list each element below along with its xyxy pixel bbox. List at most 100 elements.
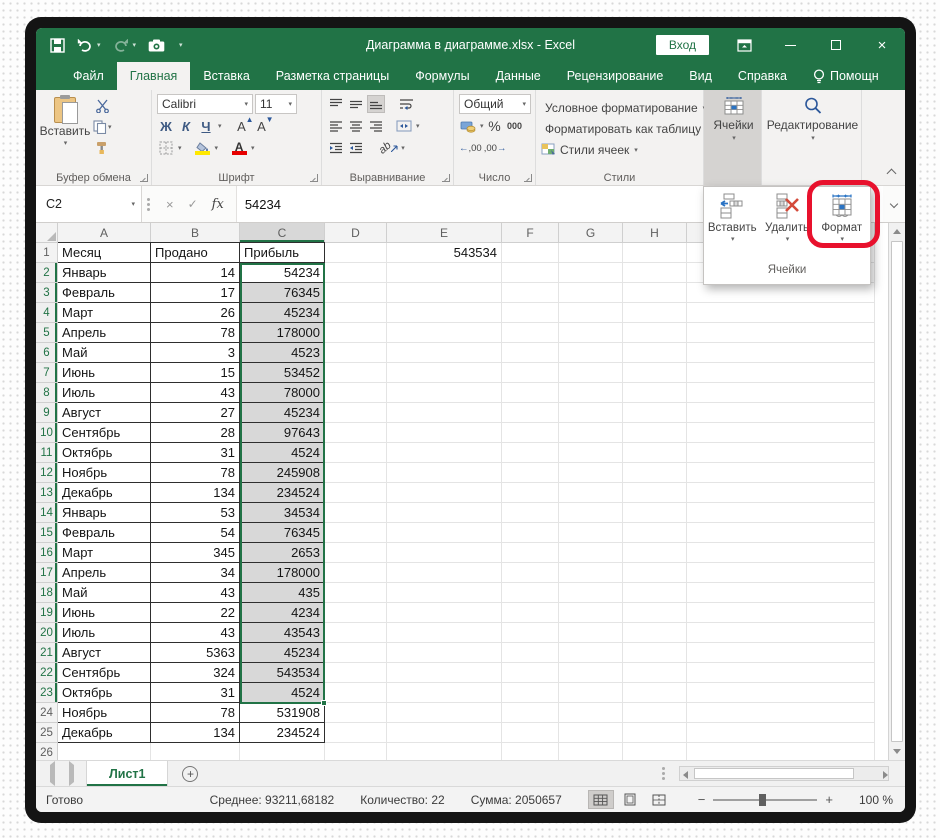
column-header-H[interactable]: H (623, 223, 687, 243)
cell-C8[interactable]: 78000 (240, 383, 325, 403)
cell-H9[interactable] (623, 403, 687, 423)
confirm-entry-icon[interactable]: ✓ (188, 197, 198, 211)
alignment-dialog-launcher[interactable] (442, 174, 450, 182)
row-header-22[interactable]: 22 (36, 663, 58, 683)
cell-C4[interactable]: 45234 (240, 303, 325, 323)
cell-G11[interactable] (559, 443, 623, 463)
row-header-15[interactable]: 15 (36, 523, 58, 543)
cell-X10[interactable] (687, 423, 875, 443)
cell-D22[interactable] (325, 663, 387, 683)
cell-H16[interactable] (623, 543, 687, 563)
number-dialog-launcher[interactable] (524, 174, 532, 182)
scroll-up-icon[interactable] (889, 223, 905, 240)
cell-A21[interactable]: Август (58, 643, 151, 663)
cell-D5[interactable] (325, 323, 387, 343)
cell-F21[interactable] (502, 643, 559, 663)
font-size-select[interactable]: 11 ▾ (255, 94, 297, 114)
cell-F22[interactable] (502, 663, 559, 683)
minimize-button[interactable] (767, 28, 813, 62)
cell-G10[interactable] (559, 423, 623, 443)
row-header-19[interactable]: 19 (36, 603, 58, 623)
vertical-scrollbar[interactable] (888, 223, 905, 760)
cell-F17[interactable] (502, 563, 559, 583)
cell-H21[interactable] (623, 643, 687, 663)
row-header-11[interactable]: 11 (36, 443, 58, 463)
insert-dropdown-arrow[interactable]: ▾ (731, 235, 735, 243)
cell-F24[interactable] (502, 703, 559, 723)
cell-F12[interactable] (502, 463, 559, 483)
cell-E10[interactable] (387, 423, 502, 443)
cell-H13[interactable] (623, 483, 687, 503)
font-color-button[interactable]: А (230, 139, 248, 157)
cell-X14[interactable] (687, 503, 875, 523)
cell-F7[interactable] (502, 363, 559, 383)
align-center-button[interactable] (347, 117, 365, 135)
increase-font-size-button[interactable]: А ▲ (236, 115, 253, 135)
cell-B13[interactable]: 134 (151, 483, 240, 503)
decrease-font-size-button[interactable]: А ▼ (256, 115, 273, 135)
cell-B22[interactable]: 324 (151, 663, 240, 683)
delete-cells-button[interactable]: Удалить ▾ (761, 193, 814, 264)
cell-C23[interactable]: 4524 (240, 683, 325, 703)
cell-E14[interactable] (387, 503, 502, 523)
cell-B25[interactable]: 134 (151, 723, 240, 743)
row-header-1[interactable]: 1 (36, 243, 58, 263)
tab-assistant[interactable]: Помощн (800, 62, 892, 90)
cell-B24[interactable]: 78 (151, 703, 240, 723)
row-header-23[interactable]: 23 (36, 683, 58, 703)
cell-G14[interactable] (559, 503, 623, 523)
cell-B11[interactable]: 31 (151, 443, 240, 463)
cell-H2[interactable] (623, 263, 687, 283)
row-header-13[interactable]: 13 (36, 483, 58, 503)
cell-X13[interactable] (687, 483, 875, 503)
cell-B19[interactable]: 22 (151, 603, 240, 623)
cell-H20[interactable] (623, 623, 687, 643)
cell-G25[interactable] (559, 723, 623, 743)
cell-X4[interactable] (687, 303, 875, 323)
cell-H24[interactable] (623, 703, 687, 723)
accounting-format-button[interactable] (459, 117, 477, 135)
cell-D12[interactable] (325, 463, 387, 483)
insert-function-button[interactable]: fx (212, 197, 224, 212)
cell-X5[interactable] (687, 323, 875, 343)
page-break-view-button[interactable] (646, 790, 672, 809)
cell-E19[interactable] (387, 603, 502, 623)
cell-A18[interactable]: Май (58, 583, 151, 603)
wrap-text-button[interactable] (397, 95, 415, 113)
cell-A15[interactable]: Февраль (58, 523, 151, 543)
cell-G23[interactable] (559, 683, 623, 703)
cell-D7[interactable] (325, 363, 387, 383)
cell-F3[interactable] (502, 283, 559, 303)
row-header-9[interactable]: 9 (36, 403, 58, 423)
cell-D19[interactable] (325, 603, 387, 623)
tab-home[interactable]: Главная (116, 62, 191, 90)
cell-H10[interactable] (623, 423, 687, 443)
camera-icon[interactable] (148, 39, 165, 52)
cell-G9[interactable] (559, 403, 623, 423)
maximize-button[interactable] (813, 28, 859, 62)
cell-A11[interactable]: Октябрь (58, 443, 151, 463)
cell-C1[interactable]: Прибыль (240, 242, 325, 263)
cell-H12[interactable] (623, 463, 687, 483)
cell-H15[interactable] (623, 523, 687, 543)
format-dropdown-arrow[interactable]: ▾ (840, 235, 844, 243)
cell-G8[interactable] (559, 383, 623, 403)
column-header-G[interactable]: G (559, 223, 623, 243)
cell-X6[interactable] (687, 343, 875, 363)
cell-G3[interactable] (559, 283, 623, 303)
scroll-right-icon[interactable] (883, 771, 892, 779)
align-left-button[interactable] (327, 117, 345, 135)
cell-E7[interactable] (387, 363, 502, 383)
cell-D26[interactable] (325, 743, 387, 760)
cell-A24[interactable]: Ноябрь (58, 703, 151, 723)
cell-F6[interactable] (502, 343, 559, 363)
cell-X18[interactable] (687, 583, 875, 603)
column-header-A[interactable]: A (58, 223, 151, 243)
cell-F25[interactable] (502, 723, 559, 743)
cell-F23[interactable] (502, 683, 559, 703)
cell-X21[interactable] (687, 643, 875, 663)
sheet-nav-next-icon[interactable] (69, 760, 78, 786)
cell-C9[interactable]: 45234 (240, 403, 325, 423)
cell-D14[interactable] (325, 503, 387, 523)
cell-B18[interactable]: 43 (151, 583, 240, 603)
